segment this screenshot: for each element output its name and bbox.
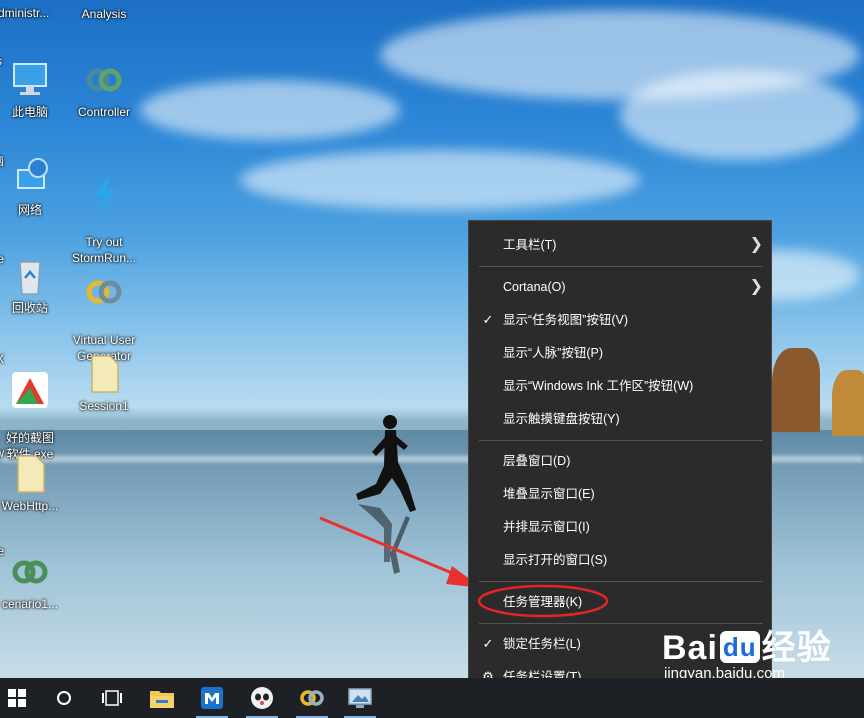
webhttp-icon-shortcut[interactable]: WebHttp... <box>0 452 66 514</box>
screenshot-tool-icon <box>348 688 372 708</box>
lightning-icon <box>94 174 116 214</box>
menu-item-label: 显示“人脉”按钮(P) <box>503 346 603 360</box>
cortana-circle-icon <box>57 691 71 705</box>
menu-item-label: 并排显示窗口(I) <box>503 520 590 534</box>
document-icon <box>17 455 45 493</box>
menu-item-cascade-windows[interactable]: 层叠窗口(D) <box>469 446 771 476</box>
loadrunner-icon <box>12 560 48 584</box>
recycle-bin-icon-shortcut[interactable]: 回收站 <box>0 254 66 316</box>
panda-app-button[interactable] <box>238 678 286 718</box>
screenshot-exe-icon-shortcut[interactable]: 好的截图 软件.exe <box>0 352 66 462</box>
watermark-brand-prefix: Bai <box>662 629 718 667</box>
checkmark-icon: ✓ <box>482 312 494 327</box>
menu-item-label: 层叠窗口(D) <box>503 454 571 468</box>
red-ellipse-highlight <box>477 584 609 618</box>
menu-item-show-people[interactable]: 显示“人脉”按钮(P) <box>469 338 771 368</box>
scenario-icon-shortcut[interactable]: cenario1... <box>0 550 66 612</box>
file-explorer-button[interactable] <box>138 678 186 718</box>
maxthon-button[interactable] <box>188 678 236 718</box>
menu-item-side-by-side[interactable]: 并排显示窗口(I) <box>469 512 771 542</box>
loadrunner-icon <box>300 690 324 706</box>
network-globe-icon <box>17 158 48 189</box>
menu-item-label: 显示“任务视图”按钮(V) <box>503 313 628 327</box>
controller-icon-shortcut[interactable]: Controller <box>68 58 140 120</box>
menu-separator <box>479 581 763 582</box>
icon-label: 网络 <box>17 203 42 217</box>
watermark-brand-du: du <box>719 631 760 663</box>
screenshot-app-icon <box>12 372 48 408</box>
menu-item-cortana[interactable]: Cortana(O) ❯ <box>469 272 771 302</box>
taskbar <box>0 678 864 718</box>
icon-label: Analysis <box>81 7 127 21</box>
clipped-icon-label: dministr... <box>0 6 50 20</box>
task-view-button[interactable] <box>88 678 136 718</box>
menu-separator <box>479 266 763 267</box>
menu-separator <box>479 440 763 441</box>
menu-item-label: 显示“Windows Ink 工作区”按钮(W) <box>503 379 694 393</box>
checkmark-icon: ✓ <box>482 636 494 651</box>
menu-item-toolbars[interactable]: 工具栏(T) ❯ <box>469 230 771 260</box>
network-icon-shortcut[interactable]: 网络 <box>0 156 66 218</box>
icon-label: WebHttp... <box>1 499 59 513</box>
panda-app-icon <box>251 687 273 709</box>
chevron-right-icon: ❯ <box>749 236 763 253</box>
loadrunner-vugen-icon <box>86 280 122 304</box>
menu-item-stack-windows[interactable]: 堆叠显示窗口(E) <box>469 479 771 509</box>
icon-label: cenario1... <box>1 597 59 611</box>
icon-label: Session1 <box>79 399 129 413</box>
vugen-icon-shortcut[interactable]: Virtual User Generator <box>68 254 140 364</box>
document-icon <box>91 355 119 393</box>
menu-item-show-touch-keyboard[interactable]: 显示触摸键盘按钮(Y) <box>469 404 771 434</box>
loadrunner-button[interactable] <box>288 678 336 718</box>
screenshot-tool-button[interactable] <box>336 678 384 718</box>
baidu-jingyan-watermark: Bai du 经验 jingyan.baidu.com <box>662 620 832 682</box>
chevron-right-icon: ❯ <box>749 278 763 295</box>
menu-item-label: 锁定任务栏(L) <box>503 637 581 651</box>
file-explorer-icon <box>150 691 174 708</box>
analysis-icon-shortcut[interactable]: Analysis <box>68 6 140 22</box>
watermark-brand-suffix: 经验 <box>761 629 832 667</box>
recycle-bin-icon <box>19 261 41 295</box>
menu-item-label: 堆叠显示窗口(E) <box>503 487 595 501</box>
monitor-icon <box>13 63 47 95</box>
red-arrow-annotation <box>319 516 482 588</box>
menu-item-label: 显示打开的窗口(S) <box>503 553 608 567</box>
this-pc-icon-shortcut[interactable]: 此电脑 <box>0 58 66 120</box>
icon-label: 回收站 <box>11 301 48 315</box>
menu-item-label: 显示触摸键盘按钮(Y) <box>503 412 620 426</box>
session1-icon-shortcut[interactable]: Session1 <box>68 352 140 414</box>
menu-item-label: 工具栏(T) <box>503 238 557 252</box>
menu-item-show-task-view[interactable]: ✓ 显示“任务视图”按钮(V) <box>469 305 771 335</box>
menu-item-show-windows-ink[interactable]: 显示“Windows Ink 工作区”按钮(W) <box>469 371 771 401</box>
icon-label: Controller <box>77 105 131 119</box>
start-windows-icon <box>8 689 26 707</box>
menu-item-show-desktop[interactable]: 显示打开的窗口(S) <box>469 545 771 575</box>
try-stormrunner-icon-shortcut[interactable]: Try out StormRun... <box>68 156 140 266</box>
task-view-icon <box>102 690 122 706</box>
cortana-button[interactable] <box>40 678 88 718</box>
maxthon-browser-icon <box>201 687 223 709</box>
menu-item-label: Cortana(O) <box>503 280 566 294</box>
loadrunner-controller-icon <box>86 68 122 92</box>
icon-label: 此电脑 <box>11 105 48 119</box>
